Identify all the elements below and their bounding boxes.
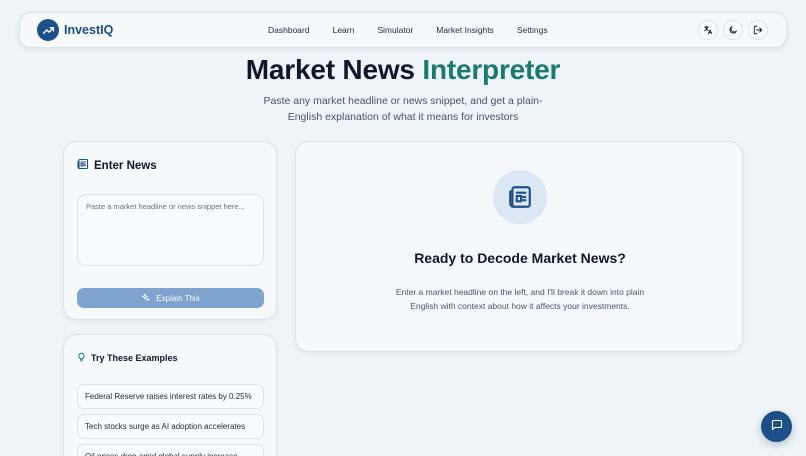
explain-button[interactable]: Explain This <box>77 288 264 308</box>
news-input[interactable] <box>77 194 264 266</box>
moon-icon[interactable] <box>723 20 743 40</box>
enter-news-header: Enter News <box>77 157 157 175</box>
newspaper-icon <box>77 157 89 175</box>
page-subtitle: Paste any market headline or news snippe… <box>263 95 543 123</box>
example-item[interactable]: Tech stocks surge as AI adoption acceler… <box>77 414 264 439</box>
page-title-accent: Interpreter <box>422 54 561 85</box>
nav-link-dashboard[interactable]: Dashboard <box>268 25 310 35</box>
chat-icon <box>771 418 783 436</box>
examples-header: Try These Examples <box>77 349 178 367</box>
example-item[interactable]: Federal Reserve raises interest rates by… <box>77 384 264 409</box>
results-description: Enter a market headline on the left, and… <box>395 287 645 311</box>
enter-news-heading: Enter News <box>94 160 157 172</box>
nav-link-market-insights[interactable]: Market Insights <box>436 25 494 35</box>
nav-link-settings[interactable]: Settings <box>517 25 548 35</box>
translate-icon[interactable] <box>698 20 718 40</box>
chat-button[interactable] <box>761 411 792 442</box>
sparkles-icon <box>141 293 150 304</box>
page-title-main: Market News <box>245 54 415 85</box>
page-title: Market News Interpreter <box>0 54 806 86</box>
explain-button-label: Explain This <box>156 293 200 303</box>
top-navbar: InvestIQ Dashboard Learn Simulator Marke… <box>19 12 787 48</box>
example-item[interactable]: Oil prices drop amid global supply incre… <box>77 444 264 456</box>
brand[interactable]: InvestIQ <box>37 19 113 41</box>
trending-up-icon <box>37 19 59 41</box>
examples-card: Try These Examples Federal Reserve raise… <box>63 334 277 456</box>
brand-name: InvestIQ <box>64 23 114 37</box>
results-title: Ready to Decode Market News? <box>414 250 626 266</box>
nav-link-simulator[interactable]: Simulator <box>377 25 413 35</box>
examples-heading: Try These Examples <box>91 353 178 363</box>
lightbulb-icon <box>77 349 86 367</box>
newspaper-icon <box>493 170 547 224</box>
nav-actions <box>693 20 768 40</box>
results-card: Ready to Decode Market News? Enter a mar… <box>295 141 743 352</box>
enter-news-card: Enter News Explain This <box>63 141 277 320</box>
nav-link-learn[interactable]: Learn <box>333 25 355 35</box>
logout-icon[interactable] <box>748 20 768 40</box>
nav-links: Dashboard Learn Simulator Market Insight… <box>268 25 571 35</box>
